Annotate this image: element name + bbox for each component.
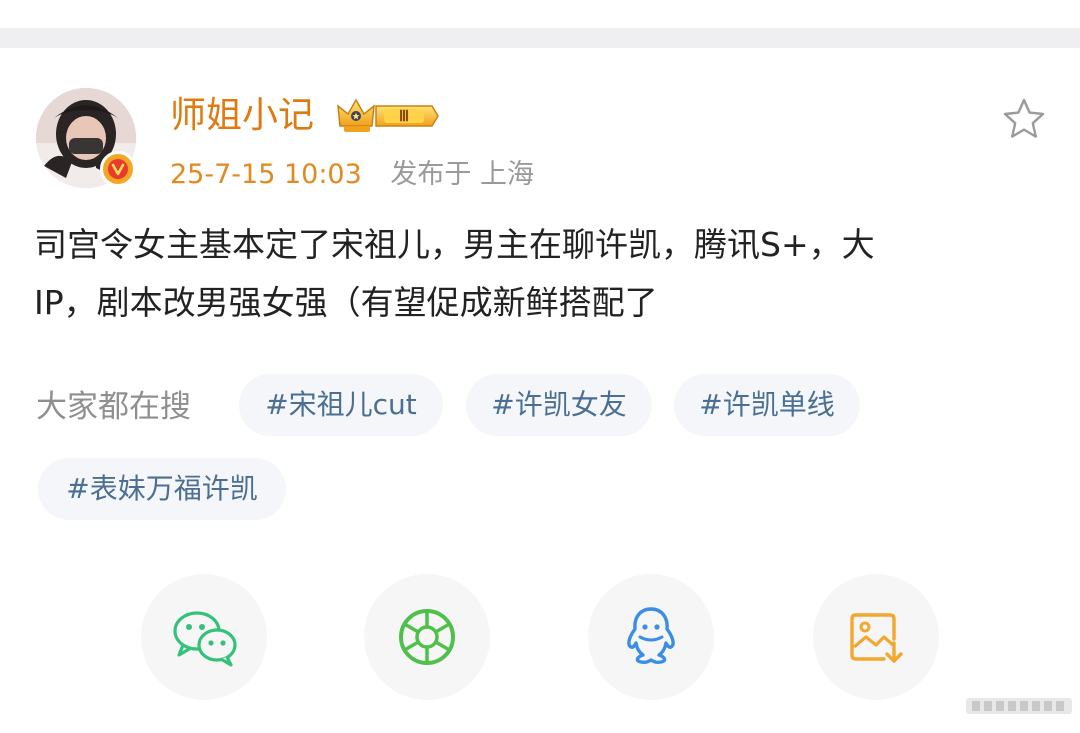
save-image-icon [850,613,903,663]
post-card: 师姐小记 Ⅲ 25-7-15 10:03 发布于 上海 司宫令女主基本定了宋祖儿… [0,48,1080,733]
post-meta: 25-7-15 10:03 发布于 上海 [170,156,534,194]
post-location: 发布于 上海 [390,159,534,190]
svg-text:Ⅲ: Ⅲ [399,109,409,125]
favorite-button[interactable] [1001,96,1047,142]
watermark-bar [966,695,1072,717]
qq-icon [627,607,675,664]
share-moments-button[interactable] [364,574,490,700]
post-body: 司宫令女主基本定了宋祖儿，男主在聊许凯，腾讯S+，大 IP，剧本改男强女强（有望… [34,216,1034,332]
star-icon [1003,98,1045,138]
search-tag[interactable]: #许凯单线 [674,374,860,436]
top-bar-remnant [0,0,1080,28]
search-tag[interactable]: #表妹万福许凯 [38,458,286,520]
post-time: 25-7-15 10:03 [170,159,362,190]
author-name[interactable]: 师姐小记 [170,92,314,140]
post-text-line: IP，剧本改男强女强（有望促成新鲜搭配了 [34,283,658,322]
moments-icon [399,609,455,665]
member-level-badge[interactable]: Ⅲ [336,96,440,136]
verified-badge-icon [100,151,136,187]
save-image-button[interactable] [813,574,939,700]
section-divider [0,28,1080,48]
post-text-line: 司宫令女主基本定了宋祖儿，男主在聊许凯，腾讯S+，大 [34,225,875,264]
share-qq-button[interactable] [588,574,714,700]
search-tag[interactable]: #宋祖儿cut [239,374,443,436]
share-wechat-button[interactable] [141,574,267,700]
wechat-icon [173,611,237,667]
search-tag[interactable]: #许凯女友 [466,374,652,436]
trending-search-label: 大家都在搜 [36,389,191,425]
